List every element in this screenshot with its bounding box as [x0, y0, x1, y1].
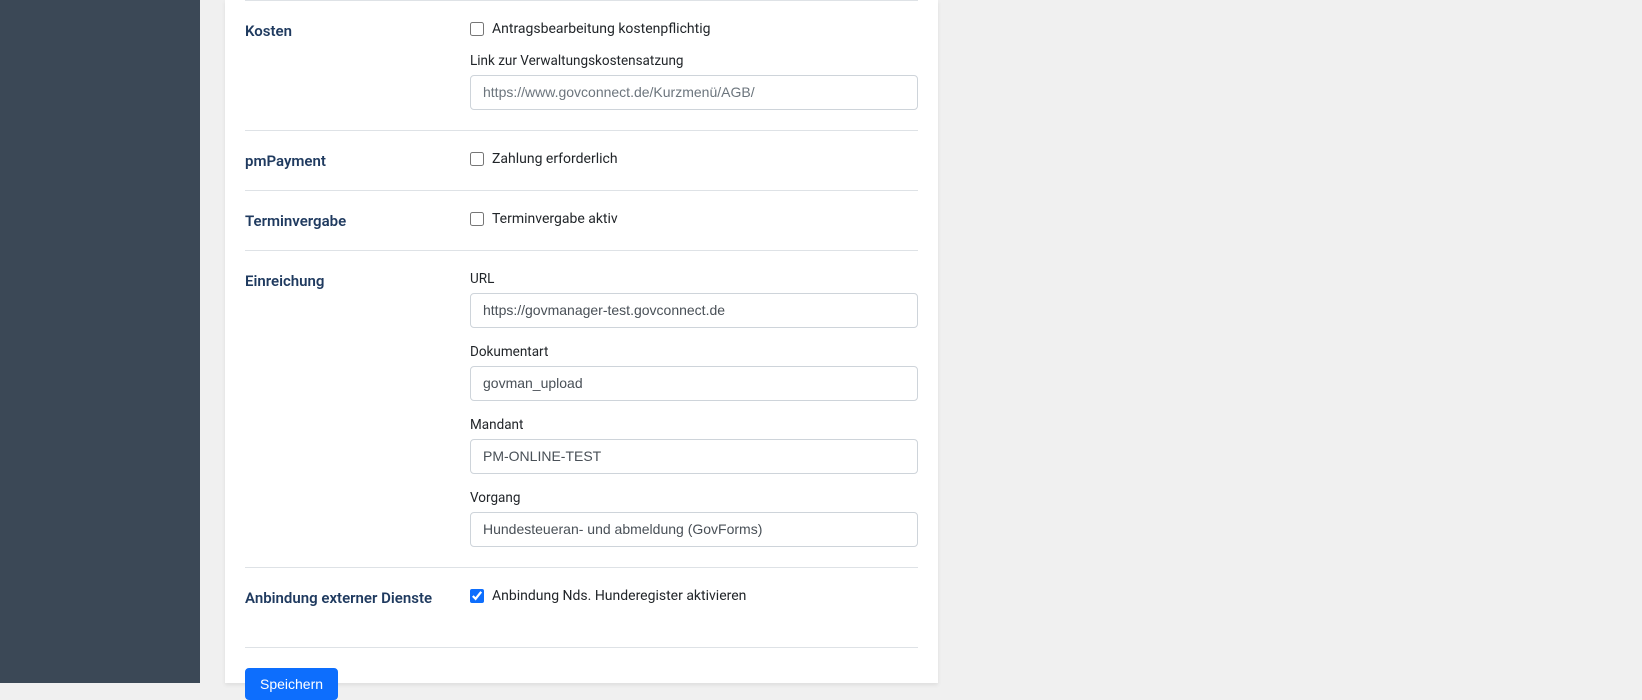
einreichung-url-input[interactable] [470, 293, 918, 328]
pmpayment-checkbox-row: Zahlung erforderlich [470, 151, 918, 167]
kosten-checkbox-row: Antragsbearbeitung kostenpflichtig [470, 21, 918, 37]
anbindung-checkbox-row: Anbindung Nds. Hunderegister aktivieren [470, 588, 918, 604]
section-body-terminvergabe: Terminvergabe aktiv [470, 211, 918, 230]
section-title-terminvergabe: Terminvergabe [245, 211, 470, 230]
pmpayment-checkbox[interactable] [470, 152, 484, 166]
section-body-anbindung: Anbindung Nds. Hunderegister aktivieren [470, 588, 918, 607]
button-row: Speichern [245, 647, 918, 700]
einreichung-url-label: URL [470, 271, 918, 287]
einreichung-dokumentart-input[interactable] [470, 366, 918, 401]
save-button[interactable]: Speichern [245, 668, 338, 700]
kosten-checkbox[interactable] [470, 22, 484, 36]
einreichung-mandant-label: Mandant [470, 417, 918, 433]
einreichung-mandant-input[interactable] [470, 439, 918, 474]
section-pmpayment: pmPayment Zahlung erforderlich [245, 130, 918, 190]
einreichung-vorgang-input[interactable] [470, 512, 918, 547]
section-title-anbindung: Anbindung externer Dienste [245, 588, 470, 607]
main-area: Kosten Antragsbearbeitung kostenpflichti… [200, 0, 1642, 683]
terminvergabe-checkbox-label[interactable]: Terminvergabe aktiv [492, 211, 618, 227]
section-anbindung: Anbindung externer Dienste Anbindung Nds… [245, 567, 918, 647]
section-title-einreichung: Einreichung [245, 271, 470, 547]
terminvergabe-checkbox[interactable] [470, 212, 484, 226]
section-kosten: Kosten Antragsbearbeitung kostenpflichti… [245, 0, 918, 130]
anbindung-checkbox-label[interactable]: Anbindung Nds. Hunderegister aktivieren [492, 588, 746, 604]
form-card: Kosten Antragsbearbeitung kostenpflichti… [225, 0, 938, 683]
terminvergabe-checkbox-row: Terminvergabe aktiv [470, 211, 918, 227]
section-body-pmpayment: Zahlung erforderlich [470, 151, 918, 170]
anbindung-checkbox[interactable] [470, 589, 484, 603]
section-title-pmpayment: pmPayment [245, 151, 470, 170]
section-einreichung: Einreichung URL Dokumentart Mandant Vorg… [245, 250, 918, 567]
sidebar [0, 0, 200, 683]
section-title-kosten: Kosten [245, 21, 470, 110]
section-body-einreichung: URL Dokumentart Mandant Vorgang [470, 271, 918, 547]
einreichung-vorgang-label: Vorgang [470, 490, 918, 506]
pmpayment-checkbox-label[interactable]: Zahlung erforderlich [492, 151, 618, 167]
einreichung-dokumentart-label: Dokumentart [470, 344, 918, 360]
kosten-checkbox-label[interactable]: Antragsbearbeitung kostenpflichtig [492, 21, 710, 37]
kosten-link-label: Link zur Verwaltungskostensatzung [470, 53, 918, 69]
section-terminvergabe: Terminvergabe Terminvergabe aktiv [245, 190, 918, 250]
section-body-kosten: Antragsbearbeitung kostenpflichtig Link … [470, 21, 918, 110]
kosten-link-input[interactable] [470, 75, 918, 110]
